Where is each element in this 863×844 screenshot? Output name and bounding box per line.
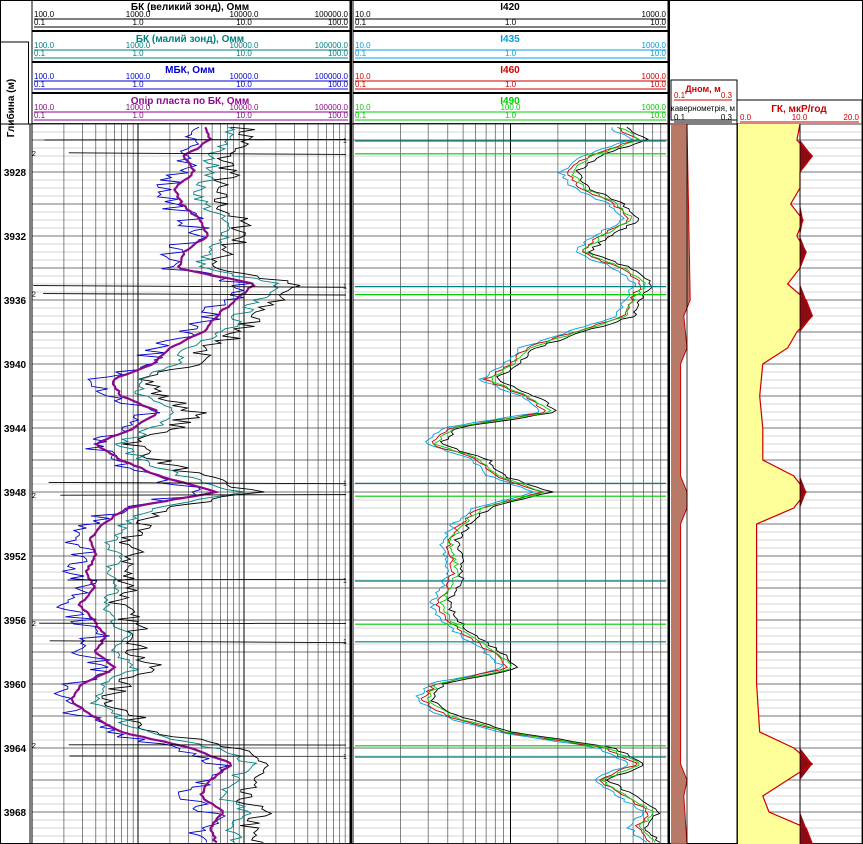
res-scale2-1-1: 1.0 — [132, 49, 144, 58]
cal-scale2-0: 0.1 — [674, 113, 686, 122]
tadpole-label: 2 — [32, 151, 36, 158]
ind-scale2-2-1: 1.0 — [505, 80, 517, 89]
res-scale2-0-0: 0.1 — [34, 18, 46, 27]
tadpole-label: 1 — [343, 480, 347, 487]
depth-label-3968: 3968 — [4, 808, 27, 819]
ind-scale2-1-1: 1.0 — [505, 49, 517, 58]
depth-label-3932: 3932 — [4, 232, 27, 243]
res-scale2-2-1: 1.0 — [132, 80, 144, 89]
tadpole-label: 1 — [343, 754, 347, 761]
ind-scale2-2-2: 10.0 — [650, 80, 666, 89]
curve-title-i460: I460 — [500, 65, 520, 76]
depth-label-3936: 3936 — [4, 296, 27, 307]
depth-label-3940: 3940 — [4, 360, 27, 371]
depth-label-3948: 3948 — [4, 488, 27, 499]
tadpole-label: 1 — [343, 578, 347, 585]
tadpole-label: 2 — [32, 743, 36, 750]
tadpole-label: 2 — [32, 493, 36, 500]
depth-label-3960: 3960 — [4, 680, 27, 691]
ind-scale2-0-1: 1.0 — [505, 18, 517, 27]
res-scale2-2-0: 0.1 — [34, 80, 46, 89]
ind-scale2-3-2: 10.0 — [650, 111, 666, 120]
depth-label-3952: 3952 — [4, 552, 27, 563]
depth-label-3928: 3928 — [4, 168, 27, 179]
res-scale2-1-2: 10.0 — [236, 49, 252, 58]
cal-scale2-1: 0.3 — [721, 113, 733, 122]
gk-scale-1: 10.0 — [792, 113, 808, 122]
depth-header: Глибина (м) — [5, 79, 17, 137]
tadpole-line — [60, 494, 347, 496]
gk-scale-2: 20.0 — [843, 113, 859, 122]
tadpole-line — [44, 138, 347, 141]
ind-scale2-3-1: 1.0 — [505, 111, 517, 120]
depth-label-3956: 3956 — [4, 616, 27, 627]
cal-scale-0: 0.1 — [674, 91, 686, 100]
cal-scale-1: 0.3 — [721, 91, 733, 100]
tadpole-label: 2 — [32, 621, 36, 628]
res-scale2-1-0: 0.1 — [34, 49, 46, 58]
res-scale2-2-2: 10.0 — [236, 80, 252, 89]
res-scale2-0-2: 10.0 — [236, 18, 252, 27]
tadpole-label: 1 — [343, 639, 347, 646]
curve-title-bk-small: БК (малий зонд), Омм — [136, 34, 244, 45]
tadpole-label: 2 — [32, 292, 36, 299]
caliper-title: Дном, м — [685, 84, 721, 94]
res-scale2-1-3: 100.0 — [328, 49, 349, 58]
gk-scale-0: 0.0 — [740, 113, 752, 122]
tadpole-label: 1 — [343, 284, 347, 291]
depth-label-3944: 3944 — [4, 424, 27, 435]
depth-label-3964: 3964 — [4, 744, 27, 755]
ind-scale2-1-0: 0.1 — [355, 49, 367, 58]
res-scale2-0-1: 1.0 — [132, 18, 144, 27]
curve-title-i435: I435 — [500, 34, 520, 45]
res-scale2-0-3: 100.0 — [328, 18, 349, 27]
res-scale2-3-1: 1.0 — [132, 111, 144, 120]
ind-scale2-0-2: 10.0 — [650, 18, 666, 27]
ind-scale2-0-0: 0.1 — [355, 18, 367, 27]
curve-title-i420: I420 — [500, 2, 520, 13]
chart-background — [0, 0, 863, 844]
res-scale2-2-3: 100.0 — [328, 80, 349, 89]
res-scale2-3-0: 0.1 — [34, 111, 46, 120]
res-scale2-3-3: 100.0 — [328, 111, 349, 120]
tadpole-label: 1 — [343, 138, 347, 145]
res-scale2-3-2: 10.0 — [236, 111, 252, 120]
ind-scale2-3-0: 0.1 — [355, 111, 367, 120]
curve-title-mbk: МБК, Омм — [165, 65, 215, 76]
well-log-chart: Глибина (м) БК (великий зонд), Омм БК (м… — [0, 0, 863, 844]
caliper-title-2: кавернометрія, м — [671, 104, 735, 113]
ind-scale2-1-2: 10.0 — [650, 49, 666, 58]
ind-scale2-2-0: 0.1 — [355, 80, 367, 89]
